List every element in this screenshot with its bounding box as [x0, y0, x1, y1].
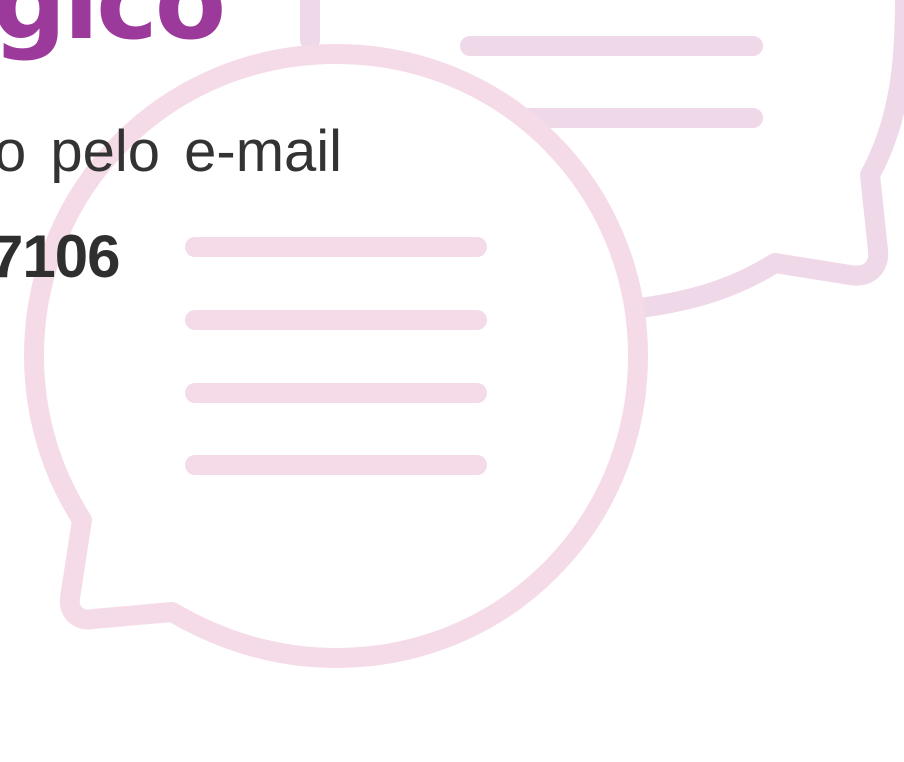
heading-title: gico: [0, 0, 226, 63]
phone-number: 7106: [0, 223, 120, 290]
contact-email-text: o pelo e-mail: [0, 119, 343, 184]
speech-bubbles-illustration: [24, 0, 904, 668]
